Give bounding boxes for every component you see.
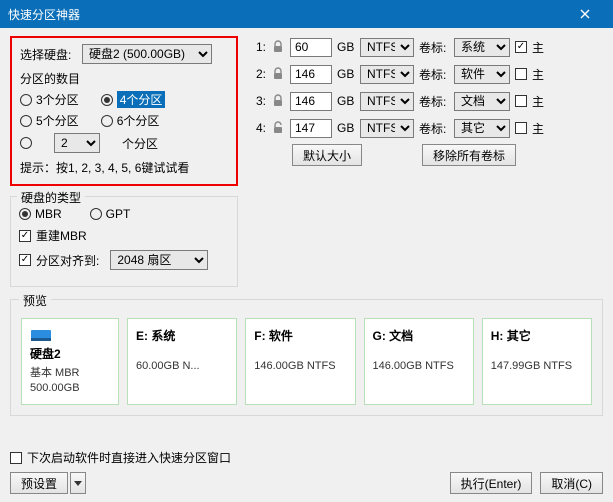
volume-label-text: 卷标: (419, 66, 449, 83)
partition-table: 1:GBNTFS卷标:系统主2:GBNTFS卷标:软件主3:GBNTFS卷标:文… (250, 36, 544, 186)
preview-legend: 预览 (19, 292, 51, 309)
disk-type-legend: 硬盘的类型 (17, 189, 85, 206)
unit-label: GB (337, 67, 355, 81)
unit-label: GB (337, 40, 355, 54)
volume-label-text: 卷标: (419, 39, 449, 56)
size-input[interactable] (290, 92, 332, 111)
unlock-icon[interactable] (271, 121, 285, 135)
size-input[interactable] (290, 65, 332, 84)
partition-row: 3: GB NTFS 卷标: 文档 主 (250, 90, 544, 112)
filesystem-select[interactable]: NTFS (360, 38, 414, 57)
radio-6-partitions[interactable]: 6个分区 (101, 112, 160, 129)
radio-mbr[interactable]: MBR (19, 207, 62, 221)
disk-selection-panel: 选择硬盘: 硬盘2 (500.00GB) 分区的数目 3个分区 4个分区 5个分… (10, 36, 238, 186)
row-index: 3: (250, 94, 266, 108)
preset-button[interactable]: 预设置 (10, 472, 68, 494)
partition-row: 2: GB NTFS 卷标: 软件 主 (250, 63, 544, 85)
radio-5-partitions[interactable]: 5个分区 (20, 112, 79, 129)
bottom-bar: 下次启动软件时直接进入快速分区窗口 预设置 执行(Enter) 取消(C) (10, 443, 603, 494)
radio-4-partitions[interactable]: 4个分区 (101, 91, 166, 108)
unit-label: GB (337, 94, 355, 108)
execute-button[interactable]: 执行(Enter) (450, 472, 533, 494)
next-time-label: 下次启动软件时直接进入快速分区窗口 (27, 449, 231, 466)
lock-icon[interactable] (271, 40, 285, 54)
align-checkbox[interactable] (19, 254, 31, 266)
volume-select[interactable]: 其它 (454, 119, 510, 138)
next-time-checkbox[interactable] (10, 452, 22, 464)
window-title: 快速分区神器 (8, 6, 80, 23)
row-index: 4: (250, 121, 266, 135)
disk-icon (30, 327, 52, 343)
close-icon (580, 9, 590, 19)
lock-icon[interactable] (271, 94, 285, 108)
preset-dropdown-button[interactable] (70, 472, 86, 494)
row-index: 2: (250, 67, 266, 81)
disk-select[interactable]: 硬盘2 (500.00GB) (82, 44, 212, 64)
default-size-button[interactable]: 默认大小 (292, 144, 362, 166)
filesystem-select[interactable]: NTFS (360, 92, 414, 111)
align-label: 分区对齐到: (36, 252, 99, 269)
preview-partition-card[interactable]: E: 系统60.00GB N... (127, 318, 237, 405)
filesystem-select[interactable]: NTFS (360, 65, 414, 84)
primary-label: 主 (532, 93, 544, 110)
primary-checkbox[interactable] (515, 41, 527, 53)
rebuild-mbr-checkbox[interactable] (19, 230, 31, 242)
primary-checkbox[interactable] (515, 95, 527, 107)
row-index: 1: (250, 40, 266, 54)
lock-icon[interactable] (271, 67, 285, 81)
filesystem-select[interactable]: NTFS (360, 119, 414, 138)
partition-row: 4: GB NTFS 卷标: 其它 主 (250, 117, 544, 139)
primary-label: 主 (532, 120, 544, 137)
volume-select[interactable]: 系统 (454, 38, 510, 57)
disk-type-panel: 硬盘的类型 MBR GPT 重建MBR 分区对齐到: 2048 扇区 (10, 196, 238, 287)
volume-label-text: 卷标: (419, 93, 449, 110)
preview-partition-card[interactable]: F: 软件146.00GB NTFS (245, 318, 355, 405)
titlebar: 快速分区神器 (0, 0, 613, 28)
primary-checkbox[interactable] (515, 68, 527, 80)
align-select[interactable]: 2048 扇区 (110, 250, 208, 270)
key-hint: 提示：按1, 2, 3, 4, 5, 6键试试看 (20, 159, 228, 176)
partition-count-label: 分区的数目 (20, 70, 228, 87)
radio-gpt[interactable]: GPT (90, 207, 131, 221)
preview-partition-card[interactable]: H: 其它147.99GB NTFS (482, 318, 592, 405)
volume-select[interactable]: 软件 (454, 65, 510, 84)
select-disk-label: 选择硬盘: (20, 46, 76, 63)
volume-select[interactable]: 文档 (454, 92, 510, 111)
radio-3-partitions[interactable]: 3个分区 (20, 91, 79, 108)
custom-count-select[interactable]: 2 (54, 133, 100, 153)
preview-disk-card[interactable]: 硬盘2基本 MBR500.00GB (21, 318, 119, 405)
volume-label-text: 卷标: (419, 120, 449, 137)
cancel-button[interactable]: 取消(C) (540, 472, 603, 494)
rebuild-mbr-label: 重建MBR (36, 227, 87, 244)
size-input[interactable] (290, 119, 332, 138)
clear-labels-button[interactable]: 移除所有卷标 (422, 144, 516, 166)
size-input[interactable] (290, 38, 332, 57)
preview-partition-card[interactable]: G: 文档146.00GB NTFS (364, 318, 474, 405)
primary-label: 主 (532, 39, 544, 56)
radio-custom-partitions[interactable] (20, 137, 32, 149)
unit-label: GB (337, 121, 355, 135)
custom-suffix: 个分区 (122, 135, 158, 152)
partition-row: 1: GB NTFS 卷标: 系统 主 (250, 36, 544, 58)
close-button[interactable] (565, 0, 605, 28)
chevron-down-icon (74, 481, 82, 486)
primary-label: 主 (532, 66, 544, 83)
primary-checkbox[interactable] (515, 122, 527, 134)
preview-panel: 预览 硬盘2基本 MBR500.00GBE: 系统60.00GB N...F: … (10, 299, 603, 416)
